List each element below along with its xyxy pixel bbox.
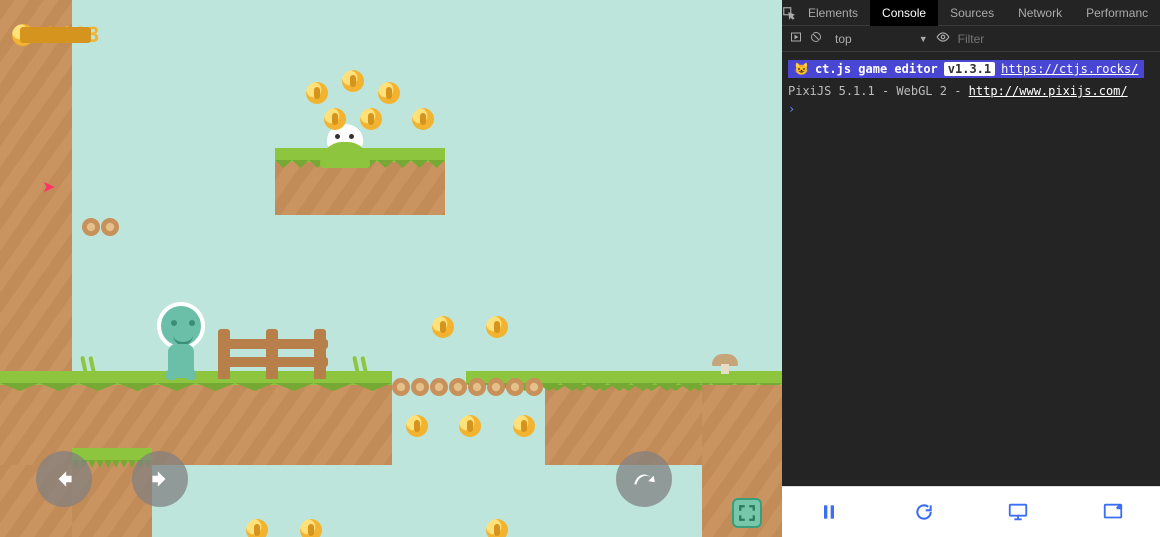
coin <box>459 415 481 437</box>
coin <box>406 415 428 437</box>
jump-button[interactable] <box>616 451 672 507</box>
coin <box>360 108 382 130</box>
tab-sources[interactable]: Sources <box>938 0 1006 26</box>
context-selector[interactable]: top ▼ <box>830 31 928 47</box>
devtools-tabs: Elements Console Sources Network Perform… <box>782 0 1160 26</box>
log-small <box>101 218 119 236</box>
fullscreen-button[interactable] <box>732 498 762 528</box>
game-viewport[interactable]: 0 / 33 <box>0 0 782 537</box>
coin <box>300 519 322 537</box>
move-right-button[interactable] <box>132 451 188 507</box>
coin <box>324 108 346 130</box>
ctjs-badge: 😺 ct.js game editor v1.3.1 https://ctjs.… <box>788 60 1144 78</box>
coin-counter: 0 / 33 <box>12 22 99 48</box>
enemy-egg <box>320 124 370 168</box>
eye-icon[interactable] <box>936 30 950 47</box>
filter-input[interactable] <box>958 32 1058 46</box>
pixi-log-line: PixiJS 5.1.1 - WebGL 2 - http://www.pixi… <box>788 82 1154 100</box>
grass-tuft <box>350 352 372 374</box>
clear-console-icon[interactable] <box>810 31 822 46</box>
log-small <box>82 218 100 236</box>
responsive-button[interactable] <box>998 497 1038 527</box>
reload-button[interactable] <box>904 497 944 527</box>
version-pill: v1.3.1 <box>944 62 995 76</box>
tab-elements[interactable]: Elements <box>796 0 870 26</box>
coin <box>412 108 434 130</box>
pixi-link[interactable]: http://www.pixijs.com/ <box>969 84 1128 98</box>
cat-icon: 😺 <box>794 62 809 76</box>
jump-icon <box>631 466 657 492</box>
mushroom <box>712 354 738 374</box>
tab-console[interactable]: Console <box>870 0 938 26</box>
grass-tuft <box>78 352 100 374</box>
cast-button[interactable] <box>1093 497 1133 527</box>
coin <box>342 70 364 92</box>
console-prompt[interactable]: › <box>788 102 795 116</box>
coin <box>513 415 535 437</box>
fence <box>218 329 328 379</box>
devtools-panel: Elements Console Sources Network Perform… <box>782 0 1160 537</box>
tab-network[interactable]: Network <box>1006 0 1074 26</box>
cursor-icon: ➤ <box>42 177 55 197</box>
coin <box>246 519 268 537</box>
move-left-button[interactable] <box>36 451 92 507</box>
arrow-right-icon <box>147 466 173 492</box>
coin <box>486 316 508 338</box>
coin <box>378 82 400 104</box>
devtools-bottom-bar <box>782 486 1160 537</box>
player-character <box>157 302 205 380</box>
chevron-down-icon: ▼ <box>919 34 928 44</box>
arrow-left-icon <box>51 466 77 492</box>
coin <box>486 519 508 537</box>
fullscreen-icon <box>738 504 756 522</box>
coin-icon <box>12 24 34 46</box>
coin <box>306 82 328 104</box>
pause-button[interactable] <box>809 497 849 527</box>
console-output: 😺 ct.js game editor v1.3.1 https://ctjs.… <box>782 52 1160 122</box>
console-toolbar: top ▼ <box>782 26 1160 52</box>
play-icon[interactable] <box>790 31 802 46</box>
ctjs-link[interactable]: https://ctjs.rocks/ <box>1001 62 1138 76</box>
tab-performance[interactable]: Performanc <box>1074 0 1160 26</box>
floating-platform <box>275 160 445 215</box>
coin <box>432 316 454 338</box>
inspect-icon[interactable] <box>782 6 796 20</box>
